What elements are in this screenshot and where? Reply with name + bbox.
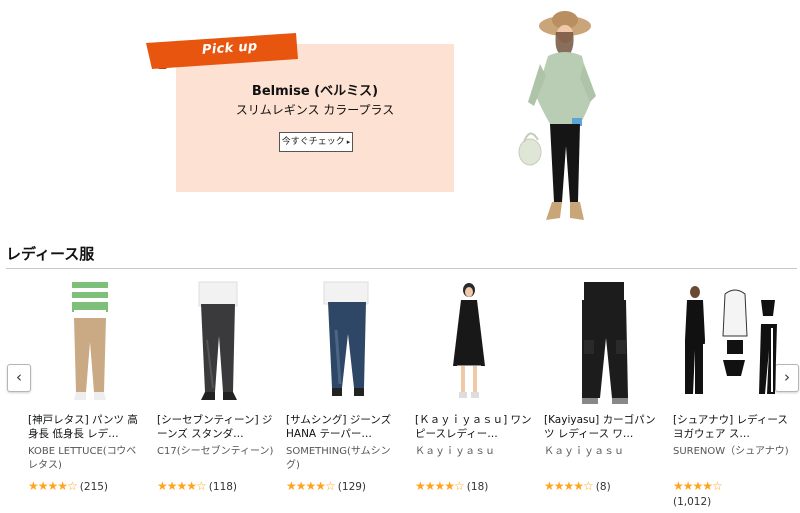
product-image[interactable] <box>34 280 144 410</box>
product-image[interactable] <box>550 280 660 410</box>
star-rating-icon: ★★★★☆ <box>415 479 465 493</box>
review-count[interactable]: (118) <box>209 481 237 493</box>
check-now-button[interactable]: 今すぐチェック ▸ <box>279 132 353 152</box>
product-card[interactable]: [シュアナウ] レディース ヨガウェア ス… SURENOW（シュアナウ) ★★… <box>673 280 791 510</box>
review-count[interactable]: (18) <box>467 481 489 493</box>
star-rating-icon: ★★★★☆ <box>544 479 594 493</box>
product-title[interactable]: [神戸レタス] パンツ 高身長 低身長 レデ… <box>28 413 146 441</box>
product-card[interactable]: [神戸レタス] パンツ 高身長 低身長 レデ… KOBE LETTUCE(コウベ… <box>28 280 146 510</box>
product-brand: KOBE LETTUCE(コウベレタス) <box>28 446 137 471</box>
product-card[interactable]: [Ｋａｙｉｙａｓｕ] ワンピースレディー… Ｋａｙｉｙａｓｕ ★★★★☆ (18) <box>415 280 533 510</box>
product-rating[interactable]: ★★★★☆ (1,012) <box>673 479 791 510</box>
product-image[interactable] <box>292 280 402 410</box>
product-title[interactable]: [シュアナウ] レディース ヨガウェア ス… <box>673 413 791 441</box>
product-title[interactable]: [シーセブンティーン] ジーンズ スタンダ… <box>157 413 275 441</box>
model-photo[interactable] <box>510 6 600 228</box>
review-count[interactable]: (1,012) <box>673 496 711 508</box>
product-image[interactable] <box>679 280 789 410</box>
product-brand: C17(シーセブンティーン) <box>157 446 274 457</box>
product-rating[interactable]: ★★★★☆ (215) <box>28 479 146 495</box>
product-rating[interactable]: ★★★★☆ (8) <box>544 479 662 495</box>
review-count[interactable]: (8) <box>596 481 611 493</box>
product-card[interactable]: [Kayiyasu] カーゴパンツ レディース ワ… Ｋａｙｉｙａｓｕ ★★★★… <box>544 280 662 510</box>
banner-brand: Belmise (ベルミス) <box>251 84 379 99</box>
product-brand: SURENOW（シュアナウ) <box>673 446 789 457</box>
product-card[interactable]: [シーセブンティーン] ジーンズ スタンダ… C17(シーセブンティーン) ★★… <box>157 280 275 510</box>
review-count[interactable]: (215) <box>80 481 108 493</box>
star-rating-icon: ★★★★☆ <box>28 479 78 493</box>
banner-subtitle: スリムレギンス カラープラス <box>235 103 395 117</box>
pickup-ribbon: Pick up <box>146 33 298 69</box>
product-card[interactable]: [サムシング] ジーンズ HANA テーパー… SOMETHING(サムシング)… <box>286 280 404 510</box>
product-image[interactable] <box>163 280 273 410</box>
review-count[interactable]: (129) <box>338 481 366 493</box>
product-image[interactable] <box>421 280 531 410</box>
star-rating-icon: ★★★★☆ <box>286 479 336 493</box>
chevron-left-icon: ‹ <box>16 368 22 386</box>
product-brand: SOMETHING(サムシング) <box>286 446 391 471</box>
caret-right-icon: ▸ <box>346 138 351 146</box>
star-rating-icon: ★★★★☆ <box>157 479 207 493</box>
product-rating[interactable]: ★★★★☆ (118) <box>157 479 275 495</box>
section-title: レディース服 <box>6 245 95 263</box>
product-title[interactable]: [Ｋａｙｉｙａｓｕ] ワンピースレディー… <box>415 413 533 441</box>
product-brand: Ｋａｙｉｙａｓｕ <box>415 446 495 457</box>
star-rating-icon: ★★★★☆ <box>673 479 723 493</box>
check-now-label: 今すぐチェック <box>281 137 345 147</box>
product-rating[interactable]: ★★★★☆ (129) <box>286 479 404 495</box>
product-title[interactable]: [サムシング] ジーンズ HANA テーパー… <box>286 413 404 441</box>
product-rating[interactable]: ★★★★☆ (18) <box>415 479 533 495</box>
product-title[interactable]: [Kayiyasu] カーゴパンツ レディース ワ… <box>544 413 662 441</box>
product-brand: Ｋａｙｉｙａｓｕ <box>544 446 624 457</box>
section-divider <box>6 268 797 269</box>
